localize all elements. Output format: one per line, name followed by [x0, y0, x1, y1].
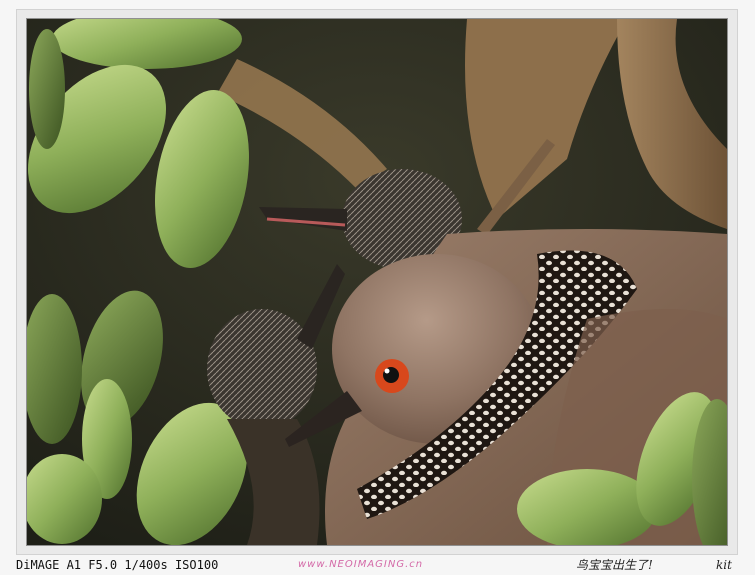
photographer-signature: kit	[716, 558, 732, 572]
dove-eye-highlight	[384, 368, 390, 374]
watermark-site: www.NEOIMAGING.cn	[298, 559, 424, 570]
photograph	[27, 19, 727, 545]
succulent-leaf	[29, 29, 65, 149]
chick-lower	[207, 309, 317, 429]
exif-caption: DiMAGE A1 F5.0 1/400s ISO100	[16, 558, 219, 572]
photo-title: 鸟宝宝出生了!	[576, 558, 653, 572]
